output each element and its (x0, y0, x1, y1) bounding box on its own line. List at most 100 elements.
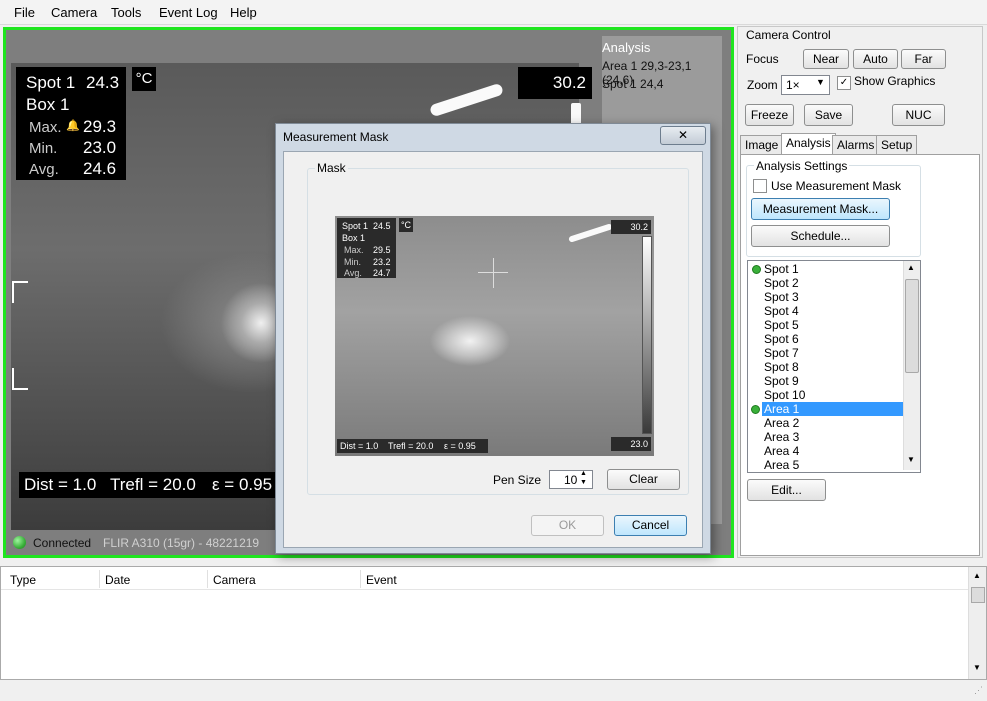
pen-size-stepper[interactable]: 10 ▲ ▼ (549, 470, 593, 489)
show-graphics-label: Show Graphics (854, 74, 936, 88)
scroll-down-icon[interactable]: ▼ (907, 455, 915, 464)
clear-button[interactable]: Clear (607, 469, 680, 490)
area-bracket-top (12, 281, 28, 303)
list-item[interactable]: Spot 6 (748, 332, 920, 346)
list-item-label: Spot 2 (764, 276, 799, 290)
list-item-label: Area 5 (764, 458, 800, 472)
nuc-button[interactable]: NUC (892, 104, 945, 126)
analysis-settings-title: Analysis Settings (754, 159, 850, 173)
focus-near-button[interactable]: Near (803, 49, 849, 69)
emissivity-label: ε = 0.95 (207, 472, 282, 498)
tab-setup[interactable]: Setup (876, 135, 918, 154)
resize-grip-icon[interactable]: ⋰ (974, 685, 983, 696)
stepper-down-icon[interactable]: ▼ (580, 479, 587, 486)
close-icon[interactable]: ✕ (660, 126, 706, 145)
list-scrollbar[interactable]: ▲ ▼ (903, 261, 920, 470)
mask-preview-image[interactable]: Spot 1 24.5 Box 1 Max. 29.5 Min. 23.2 Av… (335, 216, 654, 456)
spot-value: 24.3 (86, 73, 120, 92)
column-divider (360, 570, 361, 588)
schedule-button[interactable]: Schedule... (751, 225, 890, 247)
menu-event-log[interactable]: Event Log (159, 5, 218, 20)
ok-button[interactable]: OK (531, 515, 604, 536)
list-item[interactable]: Spot 10 (748, 388, 920, 402)
menu-camera[interactable]: Camera (51, 5, 97, 20)
list-item[interactable]: Spot 5 (748, 318, 920, 332)
analysis-title: Analysis (602, 40, 651, 55)
stepper-up-icon[interactable]: ▲ (580, 470, 587, 477)
camera-control-title: Camera Control (746, 28, 831, 42)
preview-avg-label: Avg. (344, 268, 362, 278)
unit-label: °C (132, 67, 156, 91)
focus-auto-button[interactable]: Auto (853, 49, 898, 69)
menu-tools[interactable]: Tools (111, 5, 141, 20)
event-log-scrollbar[interactable]: ▲ ▼ (968, 567, 986, 679)
tab-analysis[interactable]: Analysis (781, 133, 836, 155)
camera-control-panel: Camera Control Focus Near Auto Far Zoom … (737, 26, 983, 558)
freeze-button[interactable]: Freeze (745, 104, 794, 126)
dialog-title: Measurement Mask (283, 130, 389, 144)
preview-measurement-box: Spot 1 24.5 Box 1 Max. 29.5 Min. 23.2 Av… (337, 218, 396, 278)
active-status-icon (752, 265, 761, 274)
connected-status-icon (13, 536, 26, 549)
list-item[interactable]: Spot 2 (748, 276, 920, 290)
list-item[interactable]: Area 4 (748, 444, 920, 458)
zoom-label: Zoom (747, 78, 778, 92)
mask-group-title: Mask (315, 161, 348, 175)
focus-far-button[interactable]: Far (901, 49, 946, 69)
tab-image[interactable]: Image (740, 135, 784, 154)
list-item[interactable]: Spot 3 (748, 290, 920, 304)
scroll-up-icon[interactable]: ▲ (973, 571, 981, 580)
column-divider (207, 570, 208, 588)
list-item-label: Spot 3 (764, 290, 799, 304)
list-item[interactable]: Spot 8 (748, 360, 920, 374)
column-type[interactable]: Type (10, 573, 36, 587)
scroll-down-icon[interactable]: ▼ (973, 663, 981, 672)
measurement-mask-button[interactable]: Measurement Mask... (751, 198, 890, 220)
list-item-label: Spot 9 (764, 374, 799, 388)
list-item[interactable]: Area 1 (751, 402, 920, 416)
column-date[interactable]: Date (105, 573, 130, 587)
list-item-label: Spot 6 (764, 332, 799, 346)
dialog-body: Mask Spot 1 24.5 Box 1 Max. 29.5 Min. 23… (283, 151, 703, 548)
camera-name: FLIR A310 (15gr) - 48221219 (103, 536, 260, 550)
list-item[interactable]: Area 3 (748, 430, 920, 444)
crosshair-icon (493, 258, 494, 288)
list-item[interactable]: Spot 1 (748, 262, 920, 276)
menu-bar: File Camera Tools Event Log Help (0, 0, 987, 25)
list-item-label: Spot 7 (764, 346, 799, 360)
cancel-button[interactable]: Cancel (614, 515, 687, 536)
preview-dist: Dist = 1.0 (337, 439, 385, 453)
list-item[interactable]: Area 2 (748, 416, 920, 430)
event-log-table[interactable]: Type Date Camera Event ▲ ▼ (0, 566, 987, 680)
zoom-select[interactable]: 1× ▼ (781, 75, 830, 95)
ceiling-lamp (428, 82, 505, 118)
scroll-thumb[interactable] (905, 279, 919, 373)
measurement-items-list[interactable]: Spot 1 Spot 2 Spot 3 Spot 4 Spot 5 Spot 6 Spot… (747, 260, 921, 473)
preview-min-label: Min. (344, 257, 362, 267)
scroll-up-icon[interactable]: ▲ (907, 263, 915, 272)
menu-file[interactable]: File (14, 5, 35, 20)
preview-avg-value: 24.7 (373, 268, 391, 278)
menu-help[interactable]: Help (230, 5, 257, 20)
column-event[interactable]: Event (366, 573, 397, 587)
preview-scale-max: 30.2 (611, 220, 651, 234)
list-item[interactable]: Area 5 (748, 458, 920, 472)
spot-label: Spot 1 (26, 73, 76, 92)
list-item[interactable]: Spot 9 (748, 374, 920, 388)
list-item-label: Spot 1 (764, 262, 799, 276)
show-graphics-checkbox[interactable]: ✓ (837, 76, 851, 90)
measurement-mask-dialog: Measurement Mask ✕ Mask Spot 1 24.5 Box … (275, 123, 711, 554)
list-item[interactable]: Spot 7 (748, 346, 920, 360)
preview-color-scale (642, 236, 652, 434)
list-item-label: Area 1 (764, 402, 800, 416)
list-item[interactable]: Spot 4 (748, 304, 920, 318)
area-bracket-bottom (12, 368, 28, 390)
column-camera[interactable]: Camera (213, 573, 256, 587)
use-mask-checkbox[interactable] (753, 179, 767, 193)
preview-min-value: 23.2 (373, 257, 391, 267)
trefl-label: Trefl = 20.0 (105, 472, 208, 498)
scroll-thumb[interactable] (971, 587, 985, 603)
tab-alarms[interactable]: Alarms (832, 135, 880, 154)
edit-button[interactable]: Edit... (747, 479, 826, 501)
save-button[interactable]: Save (804, 104, 853, 126)
